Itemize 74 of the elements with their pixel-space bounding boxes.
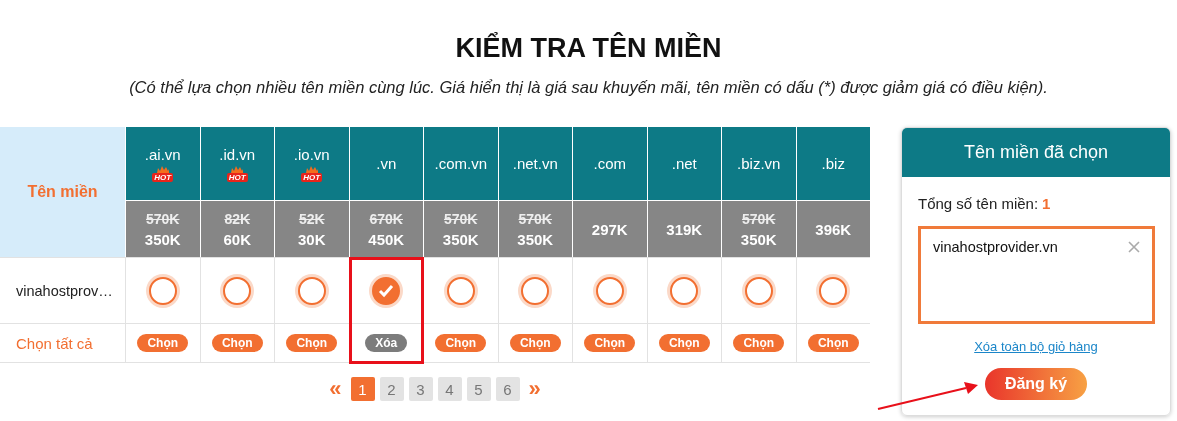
domain-name: vinahostprov… [16, 282, 113, 299]
old-price: 570K [444, 210, 478, 227]
select-radio[interactable] [819, 276, 848, 305]
register-button[interactable]: Đăng ký [984, 368, 1088, 400]
page-title: KIỂM TRA TÊN MIỀN [454, 33, 723, 64]
tld-label: .biz.vn [737, 155, 781, 172]
close-icon[interactable] [1128, 241, 1140, 253]
select-radio[interactable] [223, 276, 252, 305]
hot-badge: HOT [226, 172, 248, 182]
sale-price: 350K [442, 230, 479, 248]
select-radio[interactable] [670, 276, 699, 305]
prev-page-button[interactable]: « [325, 376, 346, 402]
select-button[interactable]: Chọn [584, 334, 636, 352]
sale-price: 350K [517, 230, 554, 248]
select-button[interactable]: Chọn [807, 334, 859, 352]
remove-button[interactable]: Xóa [365, 334, 408, 352]
select-radio[interactable] [297, 276, 326, 305]
page-button[interactable]: 1 [350, 377, 375, 401]
select-button[interactable]: Chọn [137, 334, 189, 352]
select-button[interactable]: Chọn [658, 334, 710, 352]
old-price: 570K [742, 210, 776, 227]
old-price: 670K [369, 210, 403, 227]
old-price: 570K [518, 210, 552, 227]
total-label: Tổng số tên miền: [918, 195, 1039, 212]
old-price: 52K [298, 210, 325, 227]
page-subtitle: (Có thể lựa chọn nhiều tên miền cùng lúc. Giá hiển thị là giá sau khuyến mãi, tên miền có dấu (*) được giảm giá có điều kiện). [128, 78, 1049, 97]
select-all-label: Chọn tất cả [16, 334, 93, 352]
sale-price: 450K [368, 230, 405, 248]
page-button[interactable]: 5 [466, 377, 491, 401]
tld-label: .com [593, 155, 626, 172]
tld-label: .net.vn [512, 155, 558, 172]
select-button[interactable]: Chọn [509, 334, 561, 352]
select-button[interactable]: Chọn [435, 334, 487, 352]
tld-label: .net [671, 155, 697, 172]
page-button[interactable]: 3 [408, 377, 433, 401]
hot-badge: HOT [152, 172, 174, 182]
select-radio[interactable] [744, 276, 773, 305]
sale-price: 30K [298, 230, 326, 248]
select-radio[interactable] [372, 276, 401, 305]
hot-badge: HOT [301, 172, 323, 182]
sale-price: 60K [223, 230, 251, 248]
sale-price: 297K [591, 220, 628, 238]
select-radio[interactable] [595, 276, 624, 305]
column-header: Tên miền [27, 183, 98, 201]
tld-label: .id.vn [219, 145, 256, 163]
page-button[interactable]: 2 [379, 377, 404, 401]
select-button[interactable]: Chọn [733, 334, 785, 352]
sale-price: 319K [666, 220, 703, 238]
flame-icon [303, 165, 320, 173]
page-button[interactable]: 4 [437, 377, 462, 401]
flame-icon [154, 165, 171, 173]
select-button[interactable]: Chọn [286, 334, 338, 352]
total-count: 1 [1042, 195, 1051, 212]
old-price: 570K [146, 210, 180, 227]
tld-label: .ai.vn [144, 145, 181, 163]
select-radio[interactable] [521, 276, 550, 305]
select-radio[interactable] [148, 276, 177, 305]
tld-label: .vn [376, 155, 397, 172]
check-icon [378, 283, 395, 298]
sale-price: 350K [740, 230, 777, 248]
flame-icon [229, 165, 246, 173]
sale-price: 350K [144, 230, 181, 248]
sale-price: 396K [815, 220, 852, 238]
tld-label: .com.vn [434, 155, 487, 172]
select-button[interactable]: Chọn [211, 334, 263, 352]
cart-title: Tên miền đã chọn [902, 128, 1170, 177]
old-price: 82K [224, 210, 251, 227]
selected-domain: vinahostprovider.vn [933, 239, 1058, 255]
next-page-button[interactable]: » [524, 376, 545, 402]
page-button[interactable]: 6 [495, 377, 520, 401]
select-radio[interactable] [446, 276, 475, 305]
tld-label: .io.vn [293, 145, 330, 163]
clear-cart-link[interactable]: Xóa toàn bộ giỏ hàng [974, 339, 1098, 354]
tld-label: .biz [821, 155, 845, 172]
